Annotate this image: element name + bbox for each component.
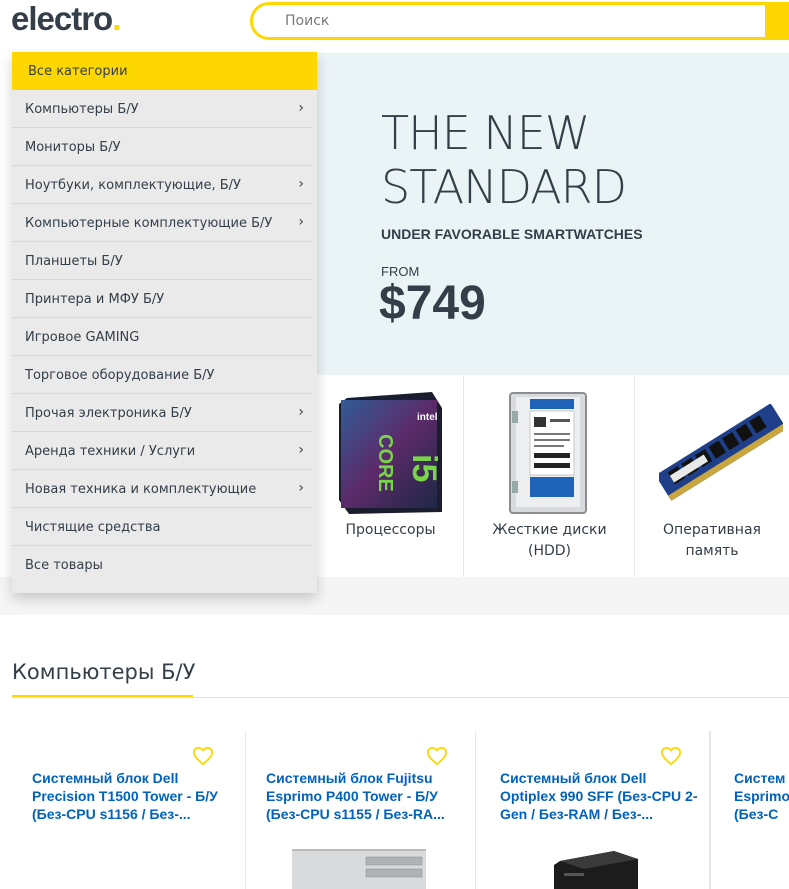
svg-text:i5: i5 [405,454,443,482]
search-bar [250,2,789,40]
category-item[interactable]: Компьютеры Б/У › [12,90,312,128]
category-item[interactable]: Принтера и МФУ Б/У [12,280,312,318]
chevron-right-icon: › [298,404,304,420]
site-header: electro. [0,0,789,52]
section-underline [12,695,193,697]
logo[interactable]: electro. [11,0,121,38]
section-title[interactable]: Компьютеры Б/У [12,660,195,684]
search-button[interactable] [765,5,789,37]
tile-label: Оперативная память [663,522,761,559]
product-card[interactable]: Системный блок Fujitsu Esprimo P400 Towe… [242,731,476,889]
category-tiles: intel CORE i5 Процессоры Жесткие диски (… [318,375,789,578]
category-item[interactable]: Все товары [12,546,312,584]
hdd-icon [509,392,587,514]
tile-label: Процессоры [345,522,436,538]
product-title[interactable]: Системный блок Dell Optiplex 990 SFF (Бе… [500,769,700,823]
hero-price: $749 [379,277,486,330]
chevron-right-icon: › [298,442,304,458]
ram-icon [659,404,783,501]
chevron-right-icon: › [298,214,304,230]
category-item[interactable]: Мониторы Б/У [12,128,312,166]
wishlist-heart-icon[interactable] [426,746,448,766]
tile-ram[interactable]: Оперативная память [635,375,789,578]
category-item[interactable]: Компьютерные комплектующие Б/У › [12,204,312,242]
chevron-right-icon: › [298,480,304,496]
categories-list: Компьютеры Б/У › Мониторы Б/У Ноутбуки, к… [12,90,317,584]
category-item[interactable]: Планшеты Б/У [12,242,312,280]
category-item[interactable]: Ноутбуки, комплектующие, Б/У › [12,166,312,204]
product-card[interactable]: Системный блок Dell Optiplex 990 SFF (Бе… [476,731,710,889]
tile-processors[interactable]: intel CORE i5 Процессоры [318,375,464,578]
category-item[interactable]: Чистящие средства [12,508,312,546]
hero-subtitle: UNDER FAVORABLE SMARTWATCHES [381,226,643,242]
category-item[interactable]: Прочая электроника Б/У › [12,394,312,432]
category-item[interactable]: Новая техника и комплектующие › [12,470,312,508]
category-item[interactable]: Торговое оборудование Б/У [12,356,312,394]
categories-heading[interactable]: Все категории [12,52,317,90]
section-rule [12,697,789,698]
chevron-right-icon: › [298,176,304,192]
hero-title: THE NEW STANDARD [381,106,627,214]
product-title[interactable]: Систем Esprimo (Без-C [734,769,789,823]
product-card[interactable]: Систем Esprimo (Без-C [710,731,789,889]
product-card[interactable]: Системный блок Dell Precision T1500 Towe… [12,731,246,889]
tile-hdd[interactable]: Жесткие диски (HDD) [464,375,635,578]
cpu-box-icon: intel CORE i5 [339,392,443,514]
chevron-right-icon: › [298,100,304,116]
tile-label: Жесткие диски (HDD) [492,522,607,559]
product-image [292,849,426,889]
product-image [554,851,638,889]
search-input[interactable] [253,5,763,37]
category-item[interactable]: Аренда техники / Услуги › [12,432,312,470]
svg-text:CORE: CORE [374,434,396,492]
categories-menu: Все категории Компьютеры Б/У › Мониторы Б… [12,52,317,593]
wishlist-heart-icon[interactable] [192,746,214,766]
product-title[interactable]: Системный блок Dell Precision T1500 Towe… [32,769,232,823]
category-item[interactable]: Игровое GAMING [12,318,312,356]
product-title[interactable]: Системный блок Fujitsu Esprimo P400 Towe… [266,769,466,823]
wishlist-heart-icon[interactable] [660,746,682,766]
svg-text:intel: intel [417,412,438,423]
